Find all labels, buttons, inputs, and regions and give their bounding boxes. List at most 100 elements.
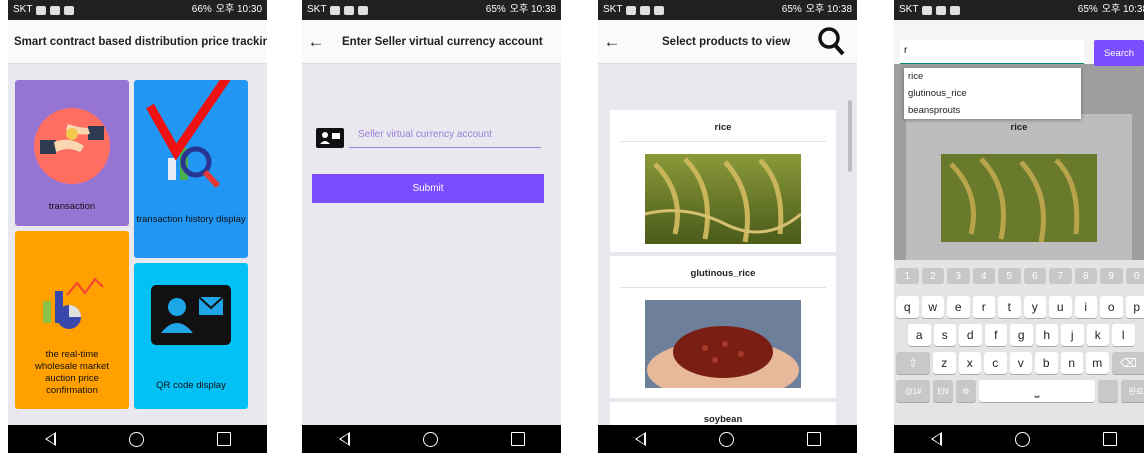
shift-key[interactable]: ⇧ [896,352,930,374]
key[interactable]: q [896,296,919,318]
notification-icon [922,5,933,15]
key[interactable]: s [933,324,956,346]
transaction-history-tile[interactable]: transaction history display [134,80,248,258]
key[interactable]: h [1035,324,1058,346]
seller-account-input[interactable]: Seller virtual currency account [349,126,541,148]
key[interactable]: i [1074,296,1097,318]
recents-nav-icon[interactable] [1102,432,1117,446]
suggestion-item[interactable]: rice [904,68,1081,85]
key[interactable]: k [1086,324,1109,346]
key[interactable]: 1 [896,268,919,284]
transaction-tile[interactable]: transaction [15,80,129,226]
settings-key[interactable]: ⚙ [956,380,976,402]
key[interactable]: g [1010,324,1033,346]
home-nav-icon[interactable] [422,431,438,447]
key[interactable]: 4 [972,268,995,284]
carrier-label: SKT [307,4,327,15]
recents-nav-icon[interactable] [806,432,821,446]
key[interactable]: 7 [1049,268,1072,284]
product-card[interactable]: rice [610,110,836,252]
key[interactable]: n [1060,352,1083,374]
key[interactable]: u [1049,296,1072,318]
clock-label: 오후 10:38 [509,4,556,15]
key[interactable]: 2 [921,268,944,284]
period-key[interactable]: . [1098,380,1118,402]
backspace-key[interactable]: ⌫ [1111,352,1144,374]
home-nav-icon[interactable] [718,431,734,447]
key[interactable]: 6 [1023,268,1046,284]
key[interactable]: m [1086,352,1109,374]
key[interactable]: y [1023,296,1046,318]
back-nav-icon[interactable] [930,432,942,446]
recents-nav-icon[interactable] [216,432,231,446]
back-nav-icon[interactable] [338,432,350,446]
key[interactable]: f [984,324,1007,346]
key[interactable]: b [1035,352,1058,374]
product-card[interactable]: soybean [610,402,836,425]
key[interactable]: a [908,324,931,346]
product-name: rice [620,110,826,142]
home-nav-icon[interactable] [128,431,144,447]
product-name: glutinous_rice [620,256,826,288]
phone-search: SKT 65% 오후 10:38 r Search rice rice gluti… [894,0,1144,453]
submit-button[interactable]: Submit [312,174,544,203]
key[interactable]: t [998,296,1021,318]
product-card[interactable]: glutinous_rice [610,256,836,398]
search-input[interactable]: r [900,40,1084,64]
carrier-label: SKT [603,4,623,15]
key[interactable]: l [1112,324,1135,346]
key[interactable]: z [933,352,956,374]
key[interactable]: e [947,296,970,318]
language-key[interactable]: EN [933,380,953,402]
key[interactable]: c [984,352,1007,374]
tile-label: the real-time wholesale market auction p… [35,349,109,396]
qr-code-tile[interactable]: QR code display [134,263,248,409]
page-title: Enter Seller virtual currency account [342,35,543,48]
back-nav-icon[interactable] [634,432,646,446]
key[interactable]: o [1100,296,1123,318]
key[interactable]: p [1125,296,1144,318]
app-bar: ← Select products to view [598,20,857,64]
key[interactable]: 9 [1100,268,1123,284]
key[interactable]: 0 [1125,268,1144,284]
product-name: soybean [703,414,743,425]
red-beans-photo [645,300,801,388]
rice-photo [941,154,1097,242]
contact-card-icon [151,285,231,345]
tile-label: QR code display [156,380,226,391]
back-arrow-icon[interactable]: ← [598,32,626,52]
checkmark-icon [146,80,231,161]
status-bar: SKT 65% 오후 10:38 [302,0,561,20]
key[interactable]: j [1061,324,1084,346]
battery-label: 65% [1077,4,1098,15]
key[interactable]: 5 [998,268,1021,284]
space-key[interactable]: ⎵ [979,380,1095,402]
notification-icon [950,5,961,15]
suggestion-item[interactable]: glutinous_rice [904,85,1081,102]
home-nav-icon[interactable] [1014,431,1030,447]
back-arrow-icon[interactable]: ← [302,32,330,52]
scrollbar[interactable] [848,100,852,172]
notification-icon [626,5,637,15]
symbol-key[interactable]: @1# [896,380,930,402]
battery-label: 66% [191,4,212,15]
key[interactable]: 3 [947,268,970,284]
search-button[interactable]: Search [1094,40,1144,66]
done-key[interactable]: 완료 [1121,380,1144,402]
key[interactable]: 8 [1074,268,1097,284]
recents-nav-icon[interactable] [510,432,525,446]
back-nav-icon[interactable] [44,432,56,446]
key[interactable]: v [1009,352,1032,374]
suggestion-item[interactable]: beansprouts [904,102,1081,119]
search-icon[interactable] [817,24,845,58]
key[interactable]: r [972,296,995,318]
status-bar: SKT 66% 오후 10:30 [8,0,267,20]
market-price-tile[interactable]: the real-time wholesale market auction p… [15,231,129,409]
key[interactable]: d [959,324,982,346]
key-row: @1# EN ⚙ ⎵ . 완료 [896,380,1144,402]
key[interactable]: w [921,296,944,318]
id-card-icon [316,128,344,148]
key[interactable]: x [958,352,981,374]
notification-icon [654,5,665,15]
product-list: rice glutinous_rice soybean [598,64,857,425]
